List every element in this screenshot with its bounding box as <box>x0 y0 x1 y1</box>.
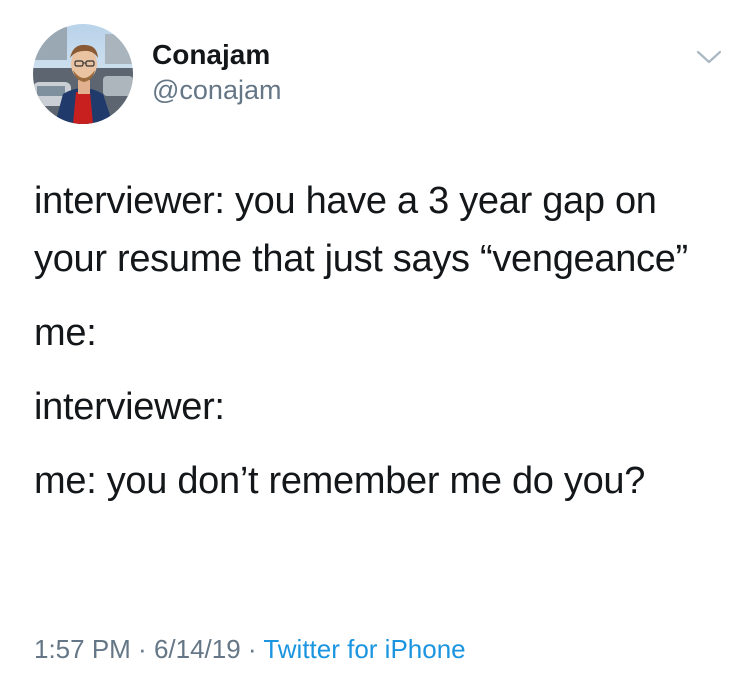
tweet-meta: 1:57 PM · 6/14/19 · Twitter for iPhone <box>34 632 466 666</box>
meta-separator: · <box>130 634 154 664</box>
tweet-card: Conajam @conajam interviewer: you have a… <box>0 0 750 691</box>
tweet-paragraph: interviewer: <box>34 386 225 428</box>
avatar[interactable] <box>33 24 133 124</box>
tweet-paragraph: me: <box>34 312 97 354</box>
tweet-source-link[interactable]: Twitter for iPhone <box>263 634 465 664</box>
tweet-paragraph: me: you don’t remember me do you? <box>34 460 646 502</box>
tweet-date[interactable]: 6/14/19 <box>154 634 241 664</box>
chevron-down-icon[interactable] <box>696 48 722 66</box>
tweet-text: interviewer: you have a 3 year gap on yo… <box>34 172 724 526</box>
tweet-time[interactable]: 1:57 PM <box>34 634 131 664</box>
author-handle[interactable]: @conajam <box>152 74 281 106</box>
tweet-paragraph: interviewer: you have a 3 year gap on yo… <box>34 180 688 280</box>
author-name[interactable]: Conajam <box>152 38 270 72</box>
meta-separator: · <box>240 634 264 664</box>
